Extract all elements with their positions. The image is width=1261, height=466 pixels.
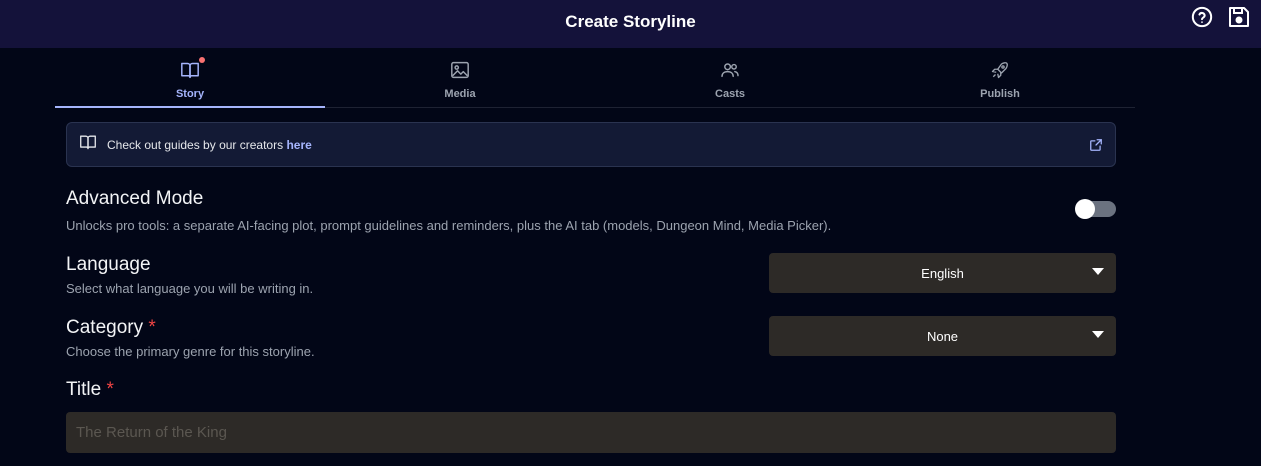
guide-text: Check out guides by our creators here [107, 138, 312, 152]
guide-text-label: Check out guides by our creators [107, 137, 287, 152]
tab-label: Publish [980, 88, 1020, 100]
tab-publish[interactable]: Publish [865, 48, 1135, 107]
title-input[interactable] [66, 412, 1116, 453]
caret-down-icon [1092, 268, 1104, 275]
save-icon[interactable] [1227, 5, 1251, 29]
category-select[interactable]: None [769, 316, 1116, 356]
rocket-icon [990, 60, 1010, 80]
title-label-text: Title [66, 379, 102, 400]
required-mark: * [106, 379, 114, 400]
tab-label: Story [175, 88, 205, 100]
notification-dot [199, 57, 205, 63]
toggle-knob [1075, 199, 1095, 219]
page-title: Create Storyline [565, 12, 696, 31]
book-icon [180, 57, 205, 80]
tab-label: Media [444, 88, 476, 100]
language-select[interactable]: English [769, 253, 1116, 293]
language-value: English [921, 265, 964, 281]
category-description: Choose the primary genre for this storyl… [66, 344, 315, 359]
advanced-mode-description: Unlocks pro tools: a separate AI-facing … [66, 218, 832, 233]
advanced-mode-toggle[interactable] [1075, 199, 1116, 219]
category-title: Category * [66, 317, 156, 339]
tab-story[interactable]: Story [55, 48, 325, 108]
tab-casts[interactable]: Casts [595, 48, 865, 107]
title-label: Title * [66, 379, 114, 401]
caret-down-icon [1092, 331, 1104, 338]
users-icon [720, 60, 740, 80]
tab-label: Casts [715, 88, 745, 100]
external-link-icon[interactable] [1089, 138, 1103, 152]
language-title: Language [66, 254, 151, 275]
help-icon[interactable] [1191, 6, 1213, 28]
book-icon [79, 134, 97, 155]
guide-banner[interactable]: Check out guides by our creators here [66, 122, 1116, 167]
language-description: Select what language you will be writing… [66, 281, 314, 296]
advanced-mode-title: Advanced Mode [66, 188, 204, 209]
guide-link[interactable]: here [286, 138, 311, 152]
category-value: None [926, 328, 959, 344]
top-bar: Create Storyline [0, 0, 1261, 48]
required-mark: * [148, 317, 156, 338]
tab-bar: Story Media Casts Publish [55, 48, 1135, 108]
header-actions [1191, 5, 1251, 29]
tab-media[interactable]: Media [325, 48, 595, 107]
image-icon [450, 60, 470, 80]
category-title-text: Category [66, 317, 144, 338]
